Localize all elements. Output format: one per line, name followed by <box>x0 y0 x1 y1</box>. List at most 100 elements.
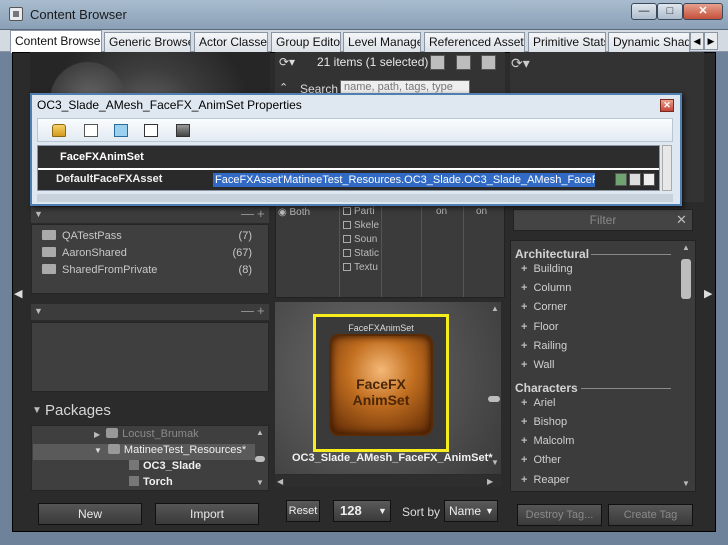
destroy-tag-button[interactable]: Destroy Tag... <box>517 504 602 526</box>
tree-item-oc3-slade[interactable]: OC3_Slade <box>129 460 201 476</box>
tab-level-manager[interactable]: Level Manager <box>343 32 421 52</box>
property-row[interactable]: DefaultFaceFXAsset FaceFXAsset'MatineeTe… <box>38 170 659 190</box>
clear-value-icon[interactable] <box>643 173 655 186</box>
list-item[interactable]: QATestPass (7) <box>42 230 262 246</box>
lock-icon[interactable] <box>52 124 66 137</box>
tree-item-torch[interactable]: Torch <box>129 476 173 492</box>
scroll-thumb[interactable] <box>255 456 265 462</box>
scroll-down-icon[interactable]: ▼ <box>682 479 690 488</box>
split-view-icon[interactable] <box>456 55 471 70</box>
tag-item[interactable]: + Malcolm <box>521 435 574 447</box>
thumbnail-size-select[interactable]: 128 ▼ <box>333 500 391 522</box>
packages-title: Packages <box>45 402 111 419</box>
tab-scroll-left-button[interactable]: ◀ <box>690 32 704 50</box>
collapse-all-icon[interactable] <box>144 124 158 137</box>
refresh-icon[interactable]: ⟳▾ <box>279 55 295 69</box>
tag-item[interactable]: + Floor <box>521 321 559 333</box>
tab-generic-browser[interactable]: Generic Browser <box>104 32 191 52</box>
filter-checkbox-sounds[interactable]: Soun <box>343 234 377 245</box>
new-package-button[interactable]: New <box>38 503 142 525</box>
nav-right-arrow-icon[interactable]: ▶ <box>704 287 712 300</box>
tag-item[interactable]: + Wall <box>521 359 554 371</box>
list-view-icon[interactable] <box>481 55 496 70</box>
tag-item[interactable]: + Other <box>521 454 561 466</box>
minimize-button[interactable]: — <box>631 3 657 20</box>
tag-filter-input[interactable]: Filter <box>513 209 693 231</box>
tree-item-locust-brumak[interactable]: ▶ Locust_Brumak <box>94 428 199 444</box>
add-collection-icon[interactable]: + <box>257 206 265 221</box>
facefx-thumbnail-icon: FaceFX AnimSet <box>329 334 433 436</box>
expand-arrow-icon[interactable]: ▶ <box>94 430 100 439</box>
list-item[interactable]: AaronShared (67) <box>42 247 262 263</box>
property-category[interactable]: FaceFXAnimSet <box>38 146 659 168</box>
filter-checkbox-particles[interactable]: Parti <box>343 206 375 217</box>
collapse-arrow-icon[interactable]: ▼ <box>94 446 102 455</box>
tab-scroll-right-button[interactable]: ▶ <box>704 32 718 50</box>
asset-scrollbar[interactable]: ▲ ▼ <box>488 304 500 470</box>
scroll-left-icon[interactable]: ◀ <box>277 477 283 486</box>
import-button[interactable]: Import <box>155 503 259 525</box>
filter-checkbox-skeletal[interactable]: Skele <box>343 220 379 231</box>
collapse-arrow-icon[interactable]: ▼ <box>34 306 43 316</box>
properties-scrollbar[interactable] <box>662 145 672 191</box>
tag-item[interactable]: + Reaper <box>521 474 570 486</box>
filter-checkbox-textures[interactable]: Textu <box>343 262 378 273</box>
grid-view-icon[interactable] <box>430 55 445 70</box>
collections-list: QATestPass (7) AaronShared (67) SharedFr… <box>31 224 269 294</box>
scroll-thumb[interactable] <box>681 259 691 299</box>
add-collection-icon[interactable]: + <box>257 303 265 318</box>
use-selected-icon[interactable] <box>615 173 627 186</box>
packages-collapse-icon[interactable]: ▼ <box>32 405 42 416</box>
scroll-thumb[interactable] <box>488 396 500 402</box>
tag-item[interactable]: + Ariel <box>521 397 555 409</box>
close-window-button[interactable]: ✕ <box>683 3 723 20</box>
list-item[interactable]: SharedFromPrivate (8) <box>42 264 262 280</box>
flat-view-icon[interactable] <box>176 124 190 137</box>
remove-collection-icon[interactable]: — <box>241 303 254 318</box>
tab-referenced-assets[interactable]: Referenced Assets <box>424 32 525 52</box>
properties-horizontal-scrollbar[interactable] <box>37 194 673 202</box>
find-in-browser-icon[interactable] <box>629 173 641 186</box>
dialog-title: OC3_Slade_AMesh_FaceFX_AnimSet Propertie… <box>37 98 302 112</box>
filter-radio-both[interactable]: ◉ Both <box>278 207 310 218</box>
filter-toggle-on[interactable]: on <box>436 206 447 217</box>
tab-content-browser[interactable]: Content Browser <box>10 30 102 53</box>
clear-filter-icon[interactable]: ✕ <box>676 212 687 228</box>
maximize-button[interactable]: □ <box>657 3 683 20</box>
scroll-up-icon[interactable]: ▲ <box>491 304 499 313</box>
nav-left-arrow-icon[interactable]: ◀ <box>14 287 22 300</box>
scroll-up-icon[interactable]: ▲ <box>256 428 264 437</box>
filter-toggle-on[interactable]: on <box>476 206 487 217</box>
create-tag-button[interactable]: Create Tag <box>608 504 693 526</box>
filter-checkbox-static[interactable]: Static <box>343 248 379 259</box>
tab-actor-classes[interactable]: Actor Classes <box>194 32 268 52</box>
tab-dynamic-shadows[interactable]: Dynamic Shado <box>608 32 690 52</box>
tags-scrollbar[interactable]: ▲ ▼ <box>680 243 692 489</box>
tree-item-matineetest-resources[interactable]: ▼ MatineeTest_Resources* <box>33 444 255 460</box>
tab-group-editor[interactable]: Group Editor <box>271 32 341 52</box>
collapse-arrow-icon[interactable]: ▼ <box>34 209 43 219</box>
add-tag-icon: + <box>521 416 528 428</box>
copy-icon[interactable] <box>84 124 98 137</box>
tag-item[interactable]: + Column <box>521 282 571 294</box>
reset-button[interactable]: Reset <box>286 500 320 522</box>
asset-thumbnail-selected[interactable]: FaceFXAnimSet FaceFX AnimSet <box>313 314 449 452</box>
scroll-right-icon[interactable]: ▶ <box>487 477 493 486</box>
sort-by-select[interactable]: Name ▼ <box>444 500 498 522</box>
tab-primitive-stats[interactable]: Primitive Stats <box>528 32 606 52</box>
tag-item[interactable]: + Corner <box>521 301 567 313</box>
remove-collection-icon[interactable]: — <box>241 206 254 221</box>
asset-horizontal-scrollbar[interactable]: ◀ ▶ <box>275 475 501 487</box>
tag-item[interactable]: + Bishop <box>521 416 567 428</box>
scroll-up-icon[interactable]: ▲ <box>682 243 690 252</box>
right-panel-control-icon[interactable]: ⟳▾ <box>511 55 530 72</box>
property-value-field[interactable]: FaceFXAsset'MatineeTest_Resources.OC3_Sl… <box>213 173 595 187</box>
tag-item[interactable]: + Railing <box>521 340 567 352</box>
tag-item[interactable]: + Building <box>521 263 573 275</box>
scroll-down-icon[interactable]: ▼ <box>256 478 264 487</box>
dialog-close-button[interactable]: ✕ <box>660 99 674 112</box>
packages-scrollbar[interactable]: ▲ ▼ <box>254 428 266 488</box>
add-tag-icon: + <box>521 397 528 409</box>
scroll-down-icon[interactable]: ▼ <box>491 458 499 467</box>
expand-all-icon[interactable] <box>114 124 128 137</box>
